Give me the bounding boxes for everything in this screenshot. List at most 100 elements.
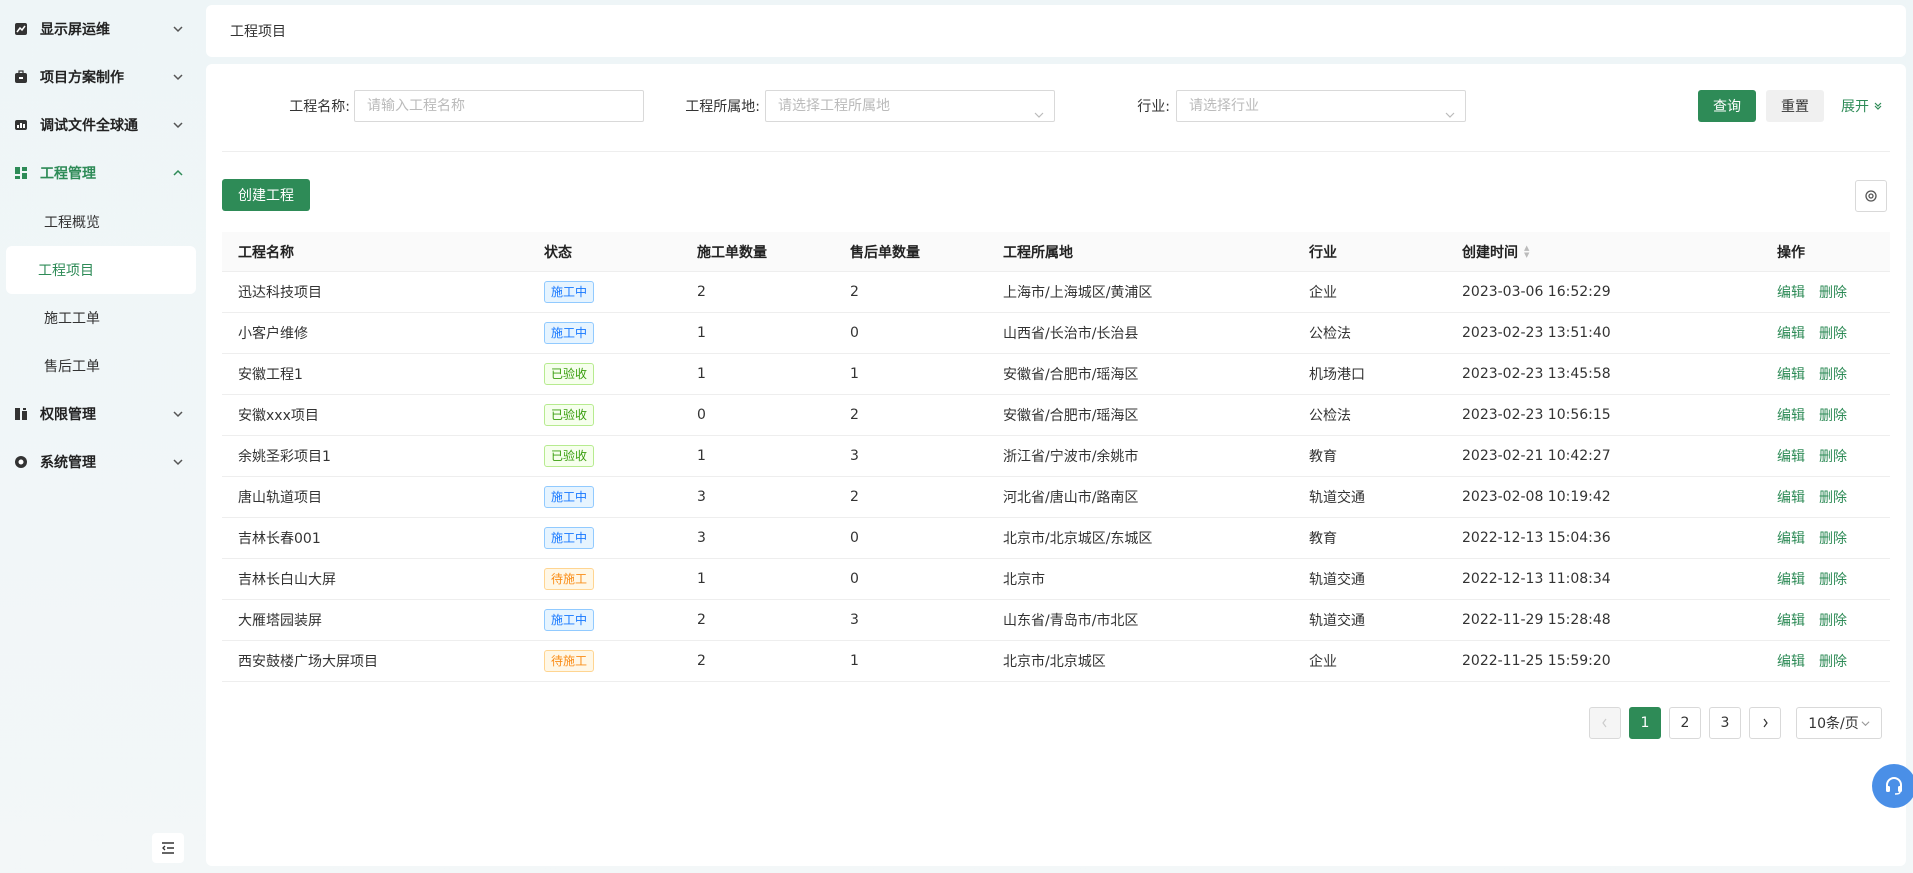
menu-group-project-plan[interactable]: 项目方案制作: [0, 53, 200, 101]
cell-status: 已验收: [528, 354, 681, 394]
cell-created: 2023-02-23 13:51:40: [1462, 325, 1611, 341]
page-size-select[interactable]: 10条/页: [1796, 707, 1882, 739]
expand-button[interactable]: 展开: [1832, 90, 1892, 122]
cell-status: 施工中: [528, 518, 681, 558]
cell-status: 待施工: [528, 641, 681, 681]
edit-link[interactable]: 编辑: [1777, 282, 1805, 302]
cell-actions: 编辑 删除: [1761, 518, 1890, 558]
col-header-created[interactable]: 创建时间 ▲ ▼: [1446, 232, 1761, 271]
industry-select[interactable]: 请选择行业: [1176, 90, 1466, 122]
cell-name: 吉林长白山大屏: [238, 572, 336, 588]
create-project-button[interactable]: 创建工程: [222, 179, 310, 211]
cell-aftersale-count: 1: [850, 366, 859, 382]
permission-icon: [14, 407, 28, 421]
chevron-down-icon: [172, 71, 184, 83]
menu-group-engineering[interactable]: 工程管理: [0, 149, 200, 197]
menu-fold-icon: [162, 842, 174, 854]
sidebar-item-overview[interactable]: 工程概览: [6, 198, 194, 246]
edit-link[interactable]: 编辑: [1777, 487, 1805, 507]
cell-aftersale-count: 3: [850, 448, 859, 464]
query-button[interactable]: 查询: [1698, 90, 1756, 122]
edit-link[interactable]: 编辑: [1777, 651, 1805, 671]
sidebar-item-construction-orders[interactable]: 施工工单: [6, 294, 194, 342]
page-1-button[interactable]: 1: [1629, 707, 1661, 739]
cell-build-count: 1: [697, 448, 706, 464]
table-row: 迅达科技项目 施工中 2 2 上海市/上海城区/黄浦区 企业 2023-03-06 16:5…: [222, 272, 1890, 313]
chevron-down-icon: [172, 456, 184, 468]
location-placeholder: 请选择工程所属地: [778, 98, 890, 114]
prev-page-button[interactable]: [1589, 707, 1621, 739]
cell-aftersale-count: 3: [850, 612, 859, 628]
pagination: 1 2 3 10条/页: [206, 707, 1906, 739]
col-header-build-count: 施工单数量: [697, 244, 767, 261]
edit-link[interactable]: 编辑: [1777, 528, 1805, 548]
cell-status: 已验收: [528, 395, 681, 435]
headset-icon: [1886, 777, 1902, 795]
cell-status: 施工中: [528, 313, 681, 353]
menu-group-debug-files[interactable]: 调试文件全球通: [0, 101, 200, 149]
menu-group-permissions[interactable]: 权限管理: [0, 390, 200, 438]
delete-link[interactable]: 删除: [1819, 487, 1847, 507]
cell-build-count: 0: [697, 407, 706, 423]
grid-icon: [14, 166, 28, 180]
menu-group-system[interactable]: 系统管理: [0, 438, 200, 486]
cell-location: 上海市/上海城区/黄浦区: [1003, 285, 1153, 301]
edit-link[interactable]: 编辑: [1777, 446, 1805, 466]
chart-icon: [14, 22, 28, 36]
cell-name: 安徽xxx项目: [238, 408, 319, 424]
sort-icon[interactable]: ▲ ▼: [1524, 244, 1529, 259]
page-size-label: 10条/页: [1808, 716, 1859, 732]
sidebar: 显示屏运维 项目方案制作 调试文件全球通 工程管理 工程概览 工程项目 施工工单…: [0, 0, 200, 873]
delete-link[interactable]: 删除: [1819, 405, 1847, 425]
table-row: 安徽xxx项目 已验收 0 2 安徽省/合肥市/瑶海区 公检法 2023-02-23 10:…: [222, 395, 1890, 436]
delete-link[interactable]: 删除: [1819, 323, 1847, 343]
edit-link[interactable]: 编辑: [1777, 364, 1805, 384]
expand-label: 展开: [1841, 99, 1869, 115]
status-badge: 施工中: [544, 527, 595, 549]
cell-status: 待施工: [528, 559, 681, 599]
cell-build-count: 3: [697, 530, 706, 546]
status-badge: 已验收: [544, 363, 595, 385]
page-2-button[interactable]: 2: [1669, 707, 1701, 739]
delete-link[interactable]: 删除: [1819, 364, 1847, 384]
name-filter-label: 工程名称:: [289, 99, 350, 115]
cell-created: 2023-02-08 10:19:42: [1462, 489, 1611, 505]
double-chevron-down-icon: [1874, 102, 1882, 110]
table-row: 唐山轨道项目 施工中 3 2 河北省/唐山市/路南区 轨道交通 2023-02-08 10:…: [222, 477, 1890, 518]
delete-link[interactable]: 删除: [1819, 610, 1847, 630]
chevron-left-icon: [1602, 718, 1607, 728]
menu-group-display-ops[interactable]: 显示屏运维: [0, 5, 200, 53]
chevron-down-icon: [172, 23, 184, 35]
next-page-button[interactable]: [1749, 707, 1781, 739]
delete-link[interactable]: 删除: [1819, 528, 1847, 548]
page-3-button[interactable]: 3: [1709, 707, 1741, 739]
reset-button[interactable]: 重置: [1766, 90, 1824, 122]
cell-location: 浙江省/宁波市/余姚市: [1003, 449, 1139, 465]
edit-link[interactable]: 编辑: [1777, 569, 1805, 589]
sidebar-item-projects[interactable]: 工程项目: [6, 246, 196, 294]
cell-industry: 教育: [1309, 449, 1337, 465]
industry-placeholder: 请选择行业: [1189, 98, 1259, 114]
delete-link[interactable]: 删除: [1819, 569, 1847, 589]
cell-build-count: 1: [697, 571, 706, 587]
cell-actions: 编辑 删除: [1761, 641, 1890, 681]
sidebar-item-aftersale-orders[interactable]: 售后工单: [6, 342, 194, 390]
cell-actions: 编辑 删除: [1761, 436, 1890, 476]
cell-aftersale-count: 2: [850, 407, 859, 423]
col-header-aftersale-count: 售后单数量: [850, 244, 920, 261]
cell-build-count: 1: [697, 366, 706, 382]
delete-link[interactable]: 删除: [1819, 446, 1847, 466]
edit-link[interactable]: 编辑: [1777, 610, 1805, 630]
location-select[interactable]: 请选择工程所属地: [765, 90, 1055, 122]
customer-support-button[interactable]: [1872, 764, 1913, 808]
cell-location: 北京市/北京城区/东城区: [1003, 531, 1153, 547]
status-badge: 施工中: [544, 609, 595, 631]
delete-link[interactable]: 删除: [1819, 651, 1847, 671]
edit-link[interactable]: 编辑: [1777, 405, 1805, 425]
project-name-input[interactable]: 请输入工程名称: [354, 90, 644, 122]
collapse-sidebar-button[interactable]: [152, 833, 184, 863]
col-header-created-label: 创建时间: [1462, 244, 1518, 261]
delete-link[interactable]: 删除: [1819, 282, 1847, 302]
table-settings-button[interactable]: [1855, 180, 1887, 212]
edit-link[interactable]: 编辑: [1777, 323, 1805, 343]
